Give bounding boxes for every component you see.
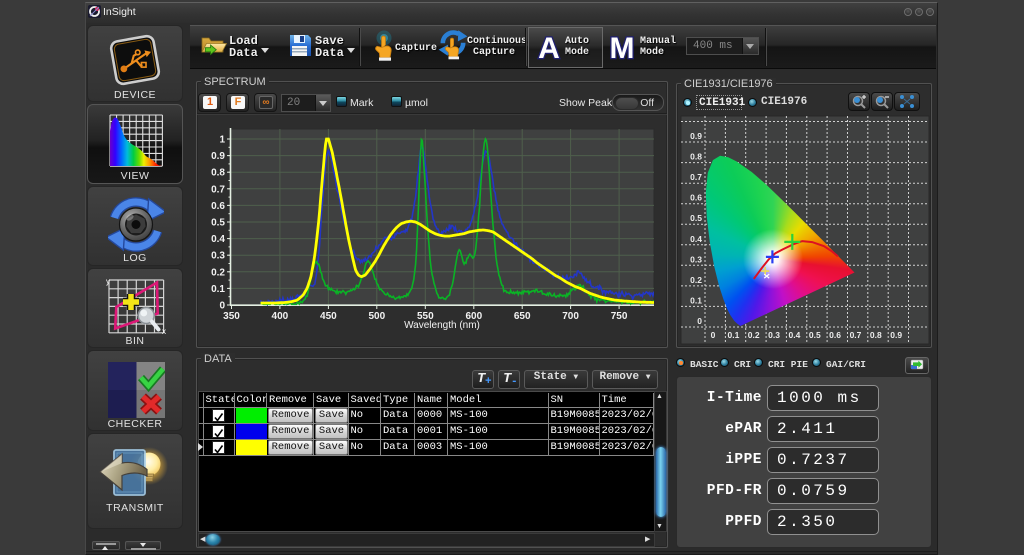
svg-text:0.3: 0.3 bbox=[690, 254, 702, 264]
svg-text:M: M bbox=[610, 32, 635, 65]
svg-text:0: 0 bbox=[697, 316, 702, 326]
svg-text:0.8: 0.8 bbox=[211, 168, 225, 179]
svg-text:400: 400 bbox=[272, 311, 289, 322]
svg-text:0.1: 0.1 bbox=[690, 295, 702, 305]
svg-text:0.2: 0.2 bbox=[690, 275, 702, 285]
svg-text:0.7: 0.7 bbox=[850, 330, 862, 340]
svg-text:0.6: 0.6 bbox=[211, 201, 225, 212]
svg-text:Wavelength (nm): Wavelength (nm) bbox=[404, 320, 480, 331]
svg-text:1: 1 bbox=[219, 135, 225, 146]
svg-text:0.6: 0.6 bbox=[690, 193, 702, 203]
svg-text:0.2: 0.2 bbox=[748, 330, 760, 340]
svg-text:0.2: 0.2 bbox=[211, 267, 225, 278]
svg-text:750: 750 bbox=[611, 311, 628, 322]
svg-text:450: 450 bbox=[320, 311, 337, 322]
svg-text:0.4: 0.4 bbox=[690, 234, 702, 244]
svg-text:500: 500 bbox=[368, 311, 385, 322]
svg-text:0.5: 0.5 bbox=[809, 330, 821, 340]
svg-text:350: 350 bbox=[223, 311, 240, 322]
svg-text:0.1: 0.1 bbox=[211, 284, 225, 295]
svg-text:0.9: 0.9 bbox=[890, 330, 902, 340]
svg-text:A: A bbox=[538, 32, 560, 65]
svg-text:0.9: 0.9 bbox=[211, 151, 225, 162]
svg-text:0.3: 0.3 bbox=[768, 330, 780, 340]
svg-text:0.5: 0.5 bbox=[211, 218, 225, 229]
svg-text:0: 0 bbox=[711, 330, 716, 340]
svg-text:0.8: 0.8 bbox=[690, 152, 702, 162]
svg-text:0.9: 0.9 bbox=[690, 131, 702, 141]
svg-text:0.5: 0.5 bbox=[690, 213, 702, 223]
svg-text:700: 700 bbox=[562, 311, 579, 322]
svg-text:0.3: 0.3 bbox=[211, 251, 225, 262]
svg-text:0.7: 0.7 bbox=[211, 184, 225, 195]
svg-text:x: x bbox=[162, 327, 166, 335]
svg-text:0.6: 0.6 bbox=[829, 330, 841, 340]
svg-text:0.1: 0.1 bbox=[727, 330, 739, 340]
svg-text:0.8: 0.8 bbox=[870, 330, 882, 340]
svg-text:0.4: 0.4 bbox=[211, 234, 225, 245]
svg-text:0.4: 0.4 bbox=[788, 330, 800, 340]
svg-text:0: 0 bbox=[219, 301, 225, 312]
svg-text:y: y bbox=[106, 277, 110, 286]
svg-text:0.7: 0.7 bbox=[690, 172, 702, 182]
svg-text:650: 650 bbox=[514, 311, 531, 322]
